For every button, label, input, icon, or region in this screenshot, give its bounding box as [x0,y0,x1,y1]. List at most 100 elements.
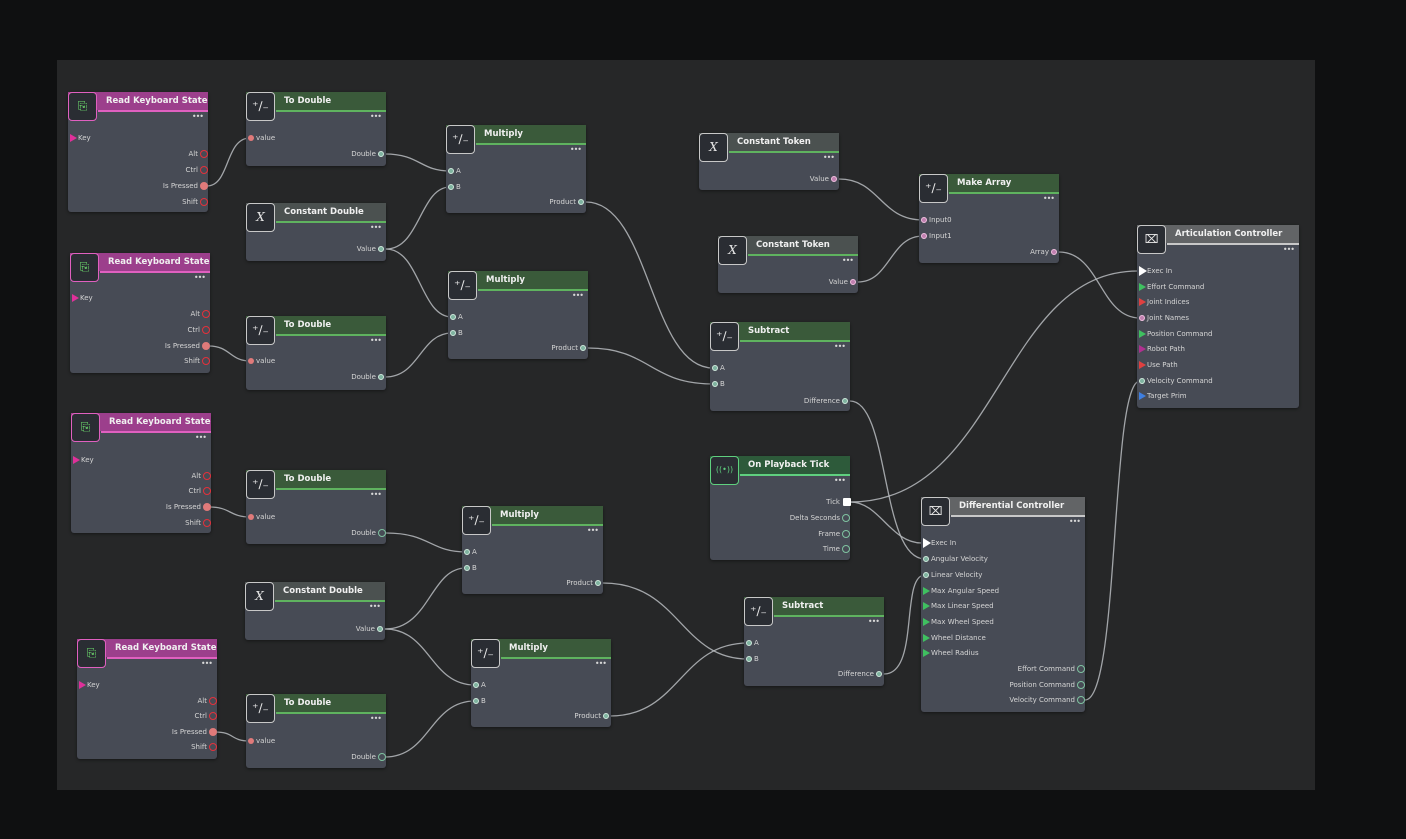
wheel-distance-input[interactable]: Wheel Distance [923,633,986,643]
shift-output[interactable]: Shift [182,197,208,207]
ctrl-output[interactable]: Ctrl [186,165,208,175]
more-icon[interactable]: ••• [823,153,835,163]
a-input[interactable]: A [464,547,477,557]
more-icon[interactable]: ••• [1069,517,1081,527]
double-output[interactable]: Double [351,149,384,159]
difference-output[interactable]: Difference [838,669,882,679]
to-double-node[interactable]: ⁺∕₋ To Double ••• value Double [246,92,386,166]
alt-output[interactable]: Alt [191,309,210,319]
a-input[interactable]: A [473,680,486,690]
subtract-node[interactable]: ⁺∕₋ Subtract ••• A B Difference [710,322,850,411]
more-icon[interactable]: ••• [587,526,599,536]
a-input[interactable]: A [712,363,725,373]
constant-token-node[interactable]: X Constant Token ••• Value [718,236,858,293]
time-output[interactable]: Time [823,544,850,554]
exec-in-input[interactable]: Exec In [1139,266,1172,276]
linear-velocity-input[interactable]: Linear Velocity [923,570,982,580]
read-keyboard-state-node[interactable]: ⎘ Read Keyboard State ••• Key Alt Ctrl I… [77,639,217,759]
on-playback-tick-node[interactable]: ((•)) On Playback Tick ••• Tick Delta Se… [710,456,851,560]
exec-in-input[interactable]: Exec In [923,538,956,548]
more-icon[interactable]: ••• [195,433,207,443]
read-keyboard-state-node[interactable]: ⎘ Read Keyboard State ••• Key Alt Ctrl I… [68,92,208,212]
to-double-node[interactable]: ⁺∕₋ To Double ••• value Double [246,694,386,768]
value-output[interactable]: Value [356,624,383,634]
read-keyboard-state-node[interactable]: ⎘ Read Keyboard State ••• Key Alt Ctrl I… [70,253,210,373]
frame-output[interactable]: Frame [818,529,850,539]
alt-output[interactable]: Alt [192,471,211,481]
velocity-command-input[interactable]: Velocity Command [1139,376,1213,386]
more-icon[interactable]: ••• [842,256,854,266]
wheel-radius-input[interactable]: Wheel Radius [923,648,979,658]
value-input[interactable]: value [248,736,275,746]
key-input[interactable]: Key [73,455,94,465]
key-input[interactable]: Key [70,133,91,143]
key-input[interactable]: Key [79,680,100,690]
is-pressed-output[interactable]: Is Pressed [166,502,211,512]
multiply-node[interactable]: ⁺∕₋ Multiply ••• A B Product [448,271,588,359]
value-input[interactable]: value [248,356,275,366]
multiply-node[interactable]: ⁺∕₋ Multiply ••• A B Product [462,506,603,594]
position-command-input[interactable]: Position Command [1139,329,1212,339]
more-icon[interactable]: ••• [595,659,607,669]
more-icon[interactable]: ••• [192,112,204,122]
ctrl-output[interactable]: Ctrl [195,711,217,721]
velocity-command-output[interactable]: Velocity Command [1009,695,1085,705]
tick-output[interactable]: Tick [826,497,851,507]
max-linear-speed-input[interactable]: Max Linear Speed [923,601,994,611]
value-input[interactable]: value [248,512,275,522]
more-icon[interactable]: ••• [369,602,381,612]
product-output[interactable]: Product [574,711,609,721]
delta-seconds-output[interactable]: Delta Seconds [790,513,850,523]
more-icon[interactable]: ••• [1043,194,1055,204]
value-output[interactable]: Value [357,244,384,254]
target-prim-input[interactable]: Target Prim [1139,391,1187,401]
more-icon[interactable]: ••• [370,112,382,122]
max-wheel-speed-input[interactable]: Max Wheel Speed [923,617,994,627]
shift-output[interactable]: Shift [185,518,211,528]
constant-double-node[interactable]: X Constant Double ••• Value [246,203,386,261]
b-input[interactable]: B [473,696,486,706]
more-icon[interactable]: ••• [370,223,382,233]
shift-output[interactable]: Shift [184,356,210,366]
product-output[interactable]: Product [549,197,584,207]
effort-command-input[interactable]: Effort Command [1139,282,1204,292]
to-double-node[interactable]: ⁺∕₋ To Double ••• value Double [246,470,386,544]
more-icon[interactable]: ••• [834,342,846,352]
product-output[interactable]: Product [566,578,601,588]
a-input[interactable]: A [746,638,759,648]
b-input[interactable]: B [746,654,759,664]
is-pressed-output[interactable]: Is Pressed [172,727,217,737]
b-input[interactable]: B [450,328,463,338]
to-double-node[interactable]: ⁺∕₋ To Double ••• value Double [246,316,386,390]
double-output[interactable]: Double [351,372,384,382]
input1-input[interactable]: Input1 [921,231,952,241]
is-pressed-output[interactable]: Is Pressed [163,181,208,191]
value-output[interactable]: Value [810,174,837,184]
joint-names-input[interactable]: Joint Names [1139,313,1189,323]
more-icon[interactable]: ••• [201,659,213,669]
more-icon[interactable]: ••• [1283,245,1295,255]
position-command-output[interactable]: Position Command [1010,680,1085,690]
articulation-controller-node[interactable]: ⌧ Articulation Controller ••• Exec In Ef… [1137,225,1299,408]
b-input[interactable]: B [464,563,477,573]
alt-output[interactable]: Alt [198,696,217,706]
more-icon[interactable]: ••• [834,476,846,486]
use-path-input[interactable]: Use Path [1139,360,1178,370]
constant-token-node[interactable]: X Constant Token ••• Value [699,133,839,190]
is-pressed-output[interactable]: Is Pressed [165,341,210,351]
differential-controller-node[interactable]: ⌧ Differential Controller ••• Exec In An… [921,497,1085,712]
b-input[interactable]: B [712,379,725,389]
b-input[interactable]: B [448,182,461,192]
constant-double-node[interactable]: X Constant Double ••• Value [245,582,385,640]
more-icon[interactable]: ••• [572,291,584,301]
double-output[interactable]: Double [351,752,386,762]
shift-output[interactable]: Shift [191,742,217,752]
subtract-node[interactable]: ⁺∕₋ Subtract ••• A B Difference [744,597,884,686]
value-input[interactable]: value [248,133,275,143]
max-angular-speed-input[interactable]: Max Angular Speed [923,586,999,596]
more-icon[interactable]: ••• [868,617,880,627]
multiply-node[interactable]: ⁺∕₋ Multiply ••• A B Product [446,125,586,213]
alt-output[interactable]: Alt [189,149,208,159]
a-input[interactable]: A [448,166,461,176]
multiply-node[interactable]: ⁺∕₋ Multiply ••• A B Product [471,639,611,727]
